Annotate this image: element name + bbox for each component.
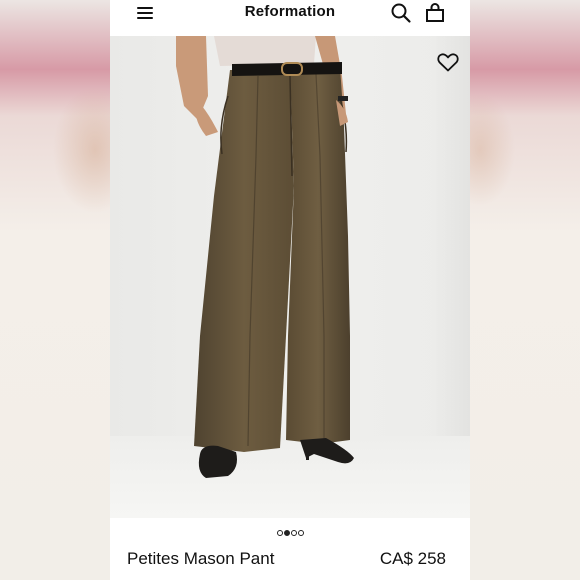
- product-info: Petites Mason Pant CA$ 258: [110, 544, 470, 576]
- heart-outline-icon[interactable]: [436, 50, 460, 74]
- product-name[interactable]: Petites Mason Pant: [127, 549, 274, 569]
- search-icon[interactable]: [390, 2, 412, 24]
- brand-logo[interactable]: Reformation: [110, 3, 470, 20]
- blurred-backdrop-left: [0, 0, 110, 580]
- carousel-dot[interactable]: [297, 529, 304, 536]
- carousel-dot-active[interactable]: [283, 529, 290, 536]
- product-price: CA$ 258: [379, 549, 446, 568]
- blurred-backdrop-right: [470, 0, 580, 580]
- product-image-carousel[interactable]: [110, 36, 470, 518]
- top-navigation-bar: Reformation: [110, 0, 470, 36]
- product-photo: [176, 36, 354, 478]
- shopping-bag-icon[interactable]: [424, 2, 446, 24]
- carousel-dot[interactable]: [276, 529, 283, 536]
- carousel-dot[interactable]: [290, 529, 297, 536]
- carousel-pagination: [110, 524, 470, 536]
- product-page: Reformation Petites Mason Pant CA$ 258: [110, 0, 470, 580]
